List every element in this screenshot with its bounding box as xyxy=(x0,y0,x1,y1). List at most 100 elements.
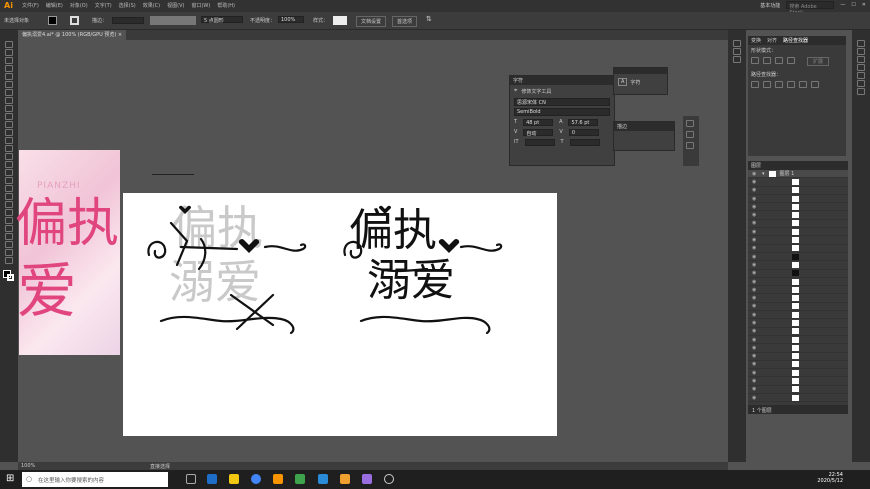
horizontal-scale-input[interactable] xyxy=(569,139,600,146)
preferences-button[interactable]: 首选项 xyxy=(392,16,418,27)
menu-view[interactable]: 视图(V) xyxy=(167,2,184,9)
unite-icon[interactable] xyxy=(751,57,759,64)
sublayer-row[interactable]: ◉ xyxy=(748,203,848,212)
arrange-icon[interactable]: ⇅ xyxy=(426,15,432,23)
font-style-select[interactable]: SemiBold xyxy=(514,108,610,116)
visibility-eye-icon[interactable]: ◉ xyxy=(752,386,758,392)
file-explorer-icon[interactable] xyxy=(229,474,239,484)
eyedropper-tool-icon[interactable] xyxy=(5,201,13,208)
layer-row[interactable]: ◉ ▾ 图层 1 xyxy=(748,170,848,179)
artboard[interactable]: 偏执 溺爱 偏执 溺爱 xyxy=(123,193,557,436)
visibility-eye-icon[interactable]: ◉ xyxy=(752,204,758,210)
glyph-panel-tab[interactable]: 字符 xyxy=(630,79,640,86)
zoom-tool-icon[interactable] xyxy=(5,257,13,264)
graphic-styles-icon[interactable] xyxy=(857,64,865,71)
visibility-eye-icon[interactable]: ◉ xyxy=(752,179,758,185)
lasso-tool-icon[interactable] xyxy=(5,65,13,72)
character-panel-tab[interactable]: 字符 xyxy=(513,77,523,84)
gradient-icon[interactable] xyxy=(857,80,865,87)
color-guide-icon[interactable] xyxy=(857,40,865,47)
brushes-icon[interactable] xyxy=(857,48,865,55)
sublayer-row[interactable]: ◉ xyxy=(748,361,848,370)
visibility-eye-icon[interactable]: ◉ xyxy=(752,254,758,260)
fill-stroke-widget[interactable] xyxy=(3,270,14,281)
touch-type-icon[interactable]: ⌖ xyxy=(514,87,517,95)
type-tool-icon[interactable] xyxy=(5,89,13,96)
appearance-icon[interactable] xyxy=(686,120,694,127)
menu-help[interactable]: 帮助(H) xyxy=(217,2,235,9)
wechat-taskbar-icon[interactable] xyxy=(340,474,350,484)
sublayer-row[interactable]: ◉ xyxy=(748,187,848,195)
libraries-icon[interactable] xyxy=(733,48,741,55)
width-tool-icon[interactable] xyxy=(5,153,13,160)
workspace-switcher[interactable]: 基本功能 xyxy=(760,2,780,9)
exclude-icon[interactable] xyxy=(787,57,795,64)
visibility-eye-icon[interactable]: ◉ xyxy=(752,345,758,351)
app3-taskbar-icon[interactable] xyxy=(362,474,372,484)
sublayer-row[interactable]: ◉ xyxy=(748,377,848,386)
blend-tool-icon[interactable] xyxy=(5,209,13,216)
outline-icon[interactable] xyxy=(799,81,807,88)
visibility-eye-icon[interactable]: ◉ xyxy=(752,337,758,343)
brush-definition-select[interactable]: 5 点圆形 xyxy=(201,16,243,24)
minus-front-icon[interactable] xyxy=(763,57,771,64)
vertical-scale-input[interactable] xyxy=(524,139,555,146)
visibility-eye-icon[interactable]: ◉ xyxy=(752,328,758,334)
menu-object[interactable]: 对象(O) xyxy=(70,2,88,9)
free-transform-tool-icon[interactable] xyxy=(5,161,13,168)
task-view-icon[interactable] xyxy=(186,474,196,484)
crop-icon[interactable] xyxy=(787,81,795,88)
tracking-input[interactable]: 0 xyxy=(568,129,599,136)
sublayer-row[interactable]: ◉ xyxy=(748,270,848,278)
zoom-level[interactable]: 100% xyxy=(21,463,35,469)
sublayer-row[interactable]: ◉ xyxy=(748,245,848,253)
artboard-tool-icon[interactable] xyxy=(5,233,13,240)
windows-start-icon[interactable]: ⊞ xyxy=(6,473,14,484)
app4-taskbar-icon[interactable] xyxy=(384,474,394,484)
visibility-eye-icon[interactable]: ◉ xyxy=(752,370,758,376)
sublayer-row[interactable]: ◉ xyxy=(748,211,848,220)
sublayer-row[interactable]: ◉ xyxy=(748,386,848,395)
reference-poster-image[interactable]: PIANZHI 偏执 爱 xyxy=(15,150,120,355)
sublayer-row[interactable]: ◉ xyxy=(748,344,848,353)
perspective-grid-tool-icon[interactable] xyxy=(5,177,13,184)
close-tab-icon[interactable]: × xyxy=(118,32,122,38)
transparency-icon[interactable] xyxy=(857,72,865,79)
menu-window[interactable]: 窗口(W) xyxy=(191,2,210,9)
visibility-eye-icon[interactable]: ◉ xyxy=(752,187,758,193)
stroke-weight-input[interactable] xyxy=(112,17,144,24)
slice-tool-icon[interactable] xyxy=(5,241,13,248)
menu-type[interactable]: 文字(T) xyxy=(95,2,112,9)
pencil-tool-icon[interactable] xyxy=(5,121,13,128)
sublayer-row[interactable]: ◉ xyxy=(748,228,848,237)
trim-icon[interactable] xyxy=(763,81,771,88)
tab-align[interactable]: 对齐 xyxy=(767,37,777,44)
symbols-icon[interactable] xyxy=(857,56,865,63)
symbol-sprayer-tool-icon[interactable] xyxy=(5,217,13,224)
mesh-tool-icon[interactable] xyxy=(5,185,13,192)
maximize-icon[interactable]: ☐ xyxy=(851,2,855,8)
sublayer-row[interactable]: ◉ xyxy=(748,294,848,303)
gradient-tool-icon[interactable] xyxy=(5,193,13,200)
visibility-eye-icon[interactable]: ◉ xyxy=(752,212,758,218)
sublayer-row[interactable]: ◉ xyxy=(748,261,848,270)
visibility-eye-icon[interactable]: ◉ xyxy=(752,279,758,285)
divide-icon[interactable] xyxy=(751,81,759,88)
font-size-input[interactable]: 48 pt xyxy=(523,119,554,126)
menu-effect[interactable]: 效果(C) xyxy=(143,2,160,9)
visibility-eye-icon[interactable]: ◉ xyxy=(752,196,758,202)
rectangle-tool-icon[interactable] xyxy=(5,105,13,112)
app-taskbar-icon[interactable] xyxy=(295,474,305,484)
sublayer-row[interactable]: ◉ xyxy=(748,278,848,287)
visibility-eye-icon[interactable]: ◉ xyxy=(752,245,758,251)
visibility-eye-icon[interactable]: ◉ xyxy=(752,237,758,243)
tab-transform[interactable]: 变换 xyxy=(751,37,761,44)
shape-builder-tool-icon[interactable] xyxy=(5,169,13,176)
visibility-eye-icon[interactable]: ◉ xyxy=(752,395,758,401)
tab-pathfinder[interactable]: 路径查找器 xyxy=(783,37,808,44)
curvature-tool-icon[interactable] xyxy=(5,81,13,88)
layer-name[interactable]: 图层 1 xyxy=(780,170,795,177)
visibility-eye-icon[interactable]: ◉ xyxy=(752,229,758,235)
properties-icon[interactable] xyxy=(733,40,741,47)
visibility-eye-icon[interactable]: ◉ xyxy=(752,171,758,177)
